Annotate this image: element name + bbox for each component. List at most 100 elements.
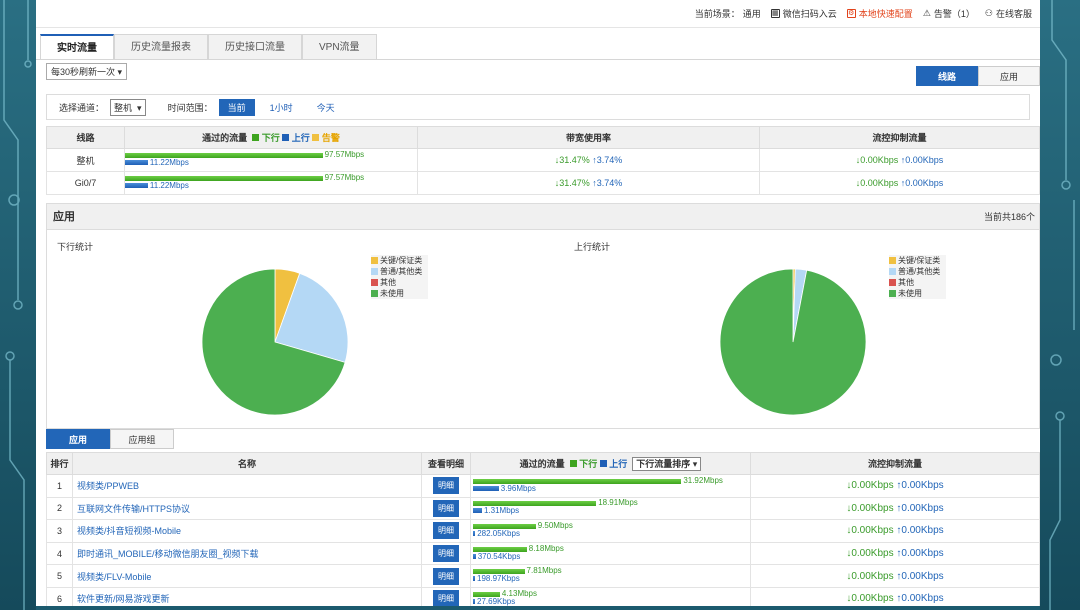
line-name: 整机: [46, 148, 125, 172]
down-value: 7.81Mbps: [526, 566, 562, 576]
app-name-link[interactable]: 软件更新/网易游戏更新: [72, 586, 422, 606]
ctrl-down: ↓0.00Kbps: [846, 593, 894, 605]
tab-history-report[interactable]: 历史流量报表: [114, 34, 208, 59]
detail-button[interactable]: 明细: [433, 590, 459, 606]
up-bar: [473, 598, 475, 604]
legend-item: 其他: [889, 277, 947, 288]
col-line: 线路: [46, 126, 125, 149]
table-row: 6 软件更新/网易游戏更新 明细 4.13Mbps 27.69Kbps ↓0.00Kbps…: [46, 586, 1040, 606]
view-line-button[interactable]: 线路: [916, 66, 978, 86]
legend-swatch: [371, 257, 378, 264]
scene-value[interactable]: 通用: [743, 7, 761, 20]
background-left: [0, 0, 36, 610]
up-value: 370.54Kbps: [477, 551, 521, 561]
app-name-link[interactable]: 视频类/FLV-Mobile: [72, 564, 422, 588]
table-row: 4 即时通讯_MOBILE/移动微信朋友圈_视频下载 明细 8.18Mbps 370.5…: [46, 541, 1040, 566]
support-link[interactable]: ⚇ 在线客服: [985, 7, 1032, 20]
legend-label: 关键/保证类: [380, 256, 423, 265]
up-value: 11.22Mbps: [149, 181, 189, 190]
channel-select[interactable]: 整机 ▾: [110, 98, 146, 116]
view-toggle: 线路 应用: [916, 66, 1040, 86]
col-bw: 带宽使用率: [417, 126, 760, 149]
detail-button[interactable]: 明细: [433, 567, 459, 585]
legend-swatch: [889, 268, 896, 275]
top-bar: 当前场景： 通用 ▦ 微信扫码入云 ⚙ 本地快速配置 ⚠ 告警（1） ⚇ 在线客服: [36, 0, 1040, 28]
ctrl-down: ↓0.00Kbps: [846, 502, 894, 514]
bw-down: ↓31.47%: [554, 155, 590, 165]
bw-down: ↓31.47%: [554, 178, 590, 188]
alarm-link[interactable]: ⚠ 告警（1）: [923, 7, 975, 20]
ctrl-down: ↓0.00Kbps: [846, 570, 894, 582]
refresh-select[interactable]: 每30秒刷新一次 ▾: [46, 63, 128, 80]
app-count: 当前共186个: [983, 212, 1035, 222]
qrcode-icon: ▦: [770, 9, 780, 18]
rank: 4: [46, 541, 73, 566]
legend-item: 未使用: [371, 288, 429, 299]
legend-swatch: [889, 257, 896, 264]
rank: 2: [46, 496, 73, 521]
table-row: 3 视频类/抖音短视频-Mobile 明细 9.50Mbps 282.05Kbps ↓0.…: [46, 519, 1040, 543]
legend-swatch: [371, 268, 378, 275]
app-name-link[interactable]: 即时通讯_MOBILE/移动微信朋友圈_视频下载: [72, 541, 422, 566]
quick-config-link[interactable]: ⚙ 本地快速配置: [846, 7, 913, 20]
scene-label: 当前场景：: [694, 9, 740, 19]
line-table: 线路 通过的流量 下行 上行 告警 带宽使用率 流控抑制流量 整机 97.57Mb…: [46, 126, 1040, 195]
user-icon: ⚇: [984, 8, 993, 18]
sub-tab-app[interactable]: 应用: [46, 429, 110, 449]
tab-realtime[interactable]: 实时流量: [40, 34, 114, 59]
legend-swatch: [889, 290, 896, 297]
down-pie-chart: [201, 268, 349, 416]
range-1h[interactable]: 1小时: [261, 99, 302, 116]
app-section: 应用 当前共186个 下行统计 上行统计 关键/保证类 普通/其他类 其他 未使用 关键…: [46, 203, 1040, 429]
warning-icon: ⚠: [922, 8, 931, 18]
legend-label: 其他: [380, 278, 396, 287]
col-ctrl: 流控抑制流量: [759, 126, 1040, 149]
ctrl-up: ↑0.00Kbps: [896, 502, 944, 514]
legend-swatch: [371, 279, 378, 286]
detail-button[interactable]: 明细: [433, 499, 459, 517]
app-name-link[interactable]: 互联网文件传输/HTTPS协议: [72, 496, 422, 521]
up-bar: [473, 553, 476, 559]
background-right: [1040, 0, 1080, 610]
legend-item: 普通/其他类: [371, 266, 429, 277]
up-bar: [473, 485, 499, 491]
sub-tab-appgroup[interactable]: 应用组: [110, 429, 174, 449]
tab-vpn[interactable]: VPN流量: [302, 34, 377, 59]
down-value: 9.50Mbps: [537, 520, 573, 530]
up-chart-title: 上行统计: [574, 242, 611, 252]
tab-history-interface[interactable]: 历史接口流量: [208, 34, 302, 59]
range-today[interactable]: 今天: [308, 99, 344, 116]
detail-button[interactable]: 明细: [433, 477, 459, 495]
detail-button[interactable]: 明细: [433, 522, 459, 540]
table-row: 1 视频类/PPWEB 明细 31.92Mbps 3.96Mbps ↓0.00Kbps ↑…: [46, 474, 1040, 498]
app-name-link[interactable]: 视频类/抖音短视频-Mobile: [72, 519, 422, 543]
down-value: 31.92Mbps: [683, 475, 723, 485]
ctrl-down: ↓0.00Kbps: [855, 178, 899, 188]
filter-bar: 选择通道： 整机 ▾ 时间范围： 当前 1小时 今天: [46, 94, 1030, 120]
app-name-link[interactable]: 视频类/PPWEB: [72, 474, 422, 498]
ctrl-down: ↓0.00Kbps: [846, 525, 894, 537]
up-bar: [125, 160, 148, 165]
wechat-link[interactable]: ▦ 微信扫码入云: [770, 7, 837, 20]
ctrl-up: ↑0.00Kbps: [896, 480, 944, 492]
pie-slice-3[interactable]: [719, 268, 867, 416]
legend-swatch: [889, 279, 896, 286]
legend-item: 未使用: [889, 288, 947, 299]
legend-label: 其他: [898, 278, 914, 287]
up-bar: [125, 183, 148, 188]
app-table: 排行 名称 查看明细 通过的流量 下行 上行 下行流量排序 ▾ 流控抑制流量 1…: [46, 452, 1040, 606]
ctrl-down: ↓0.00Kbps: [846, 480, 894, 492]
sort-select[interactable]: 下行流量排序 ▾: [632, 457, 702, 471]
app-window: 当前场景： 通用 ▦ 微信扫码入云 ⚙ 本地快速配置 ⚠ 告警（1） ⚇ 在线客服 实时流…: [36, 0, 1040, 606]
detail-button[interactable]: 明细: [433, 545, 459, 563]
ctrl-up: ↑0.00Kbps: [896, 570, 944, 582]
range-label: 时间范围：: [167, 102, 213, 113]
legend-item: 普通/其他类: [889, 266, 947, 277]
up-bar: [473, 508, 482, 514]
range-current[interactable]: 当前: [218, 98, 255, 116]
up-value: 198.97Kbps: [477, 574, 520, 584]
rank: 3: [46, 519, 73, 543]
ctrl-down: ↓0.00Kbps: [855, 155, 899, 165]
app-sub-tabs: 应用 应用组: [46, 429, 174, 449]
view-app-button[interactable]: 应用: [978, 66, 1040, 86]
